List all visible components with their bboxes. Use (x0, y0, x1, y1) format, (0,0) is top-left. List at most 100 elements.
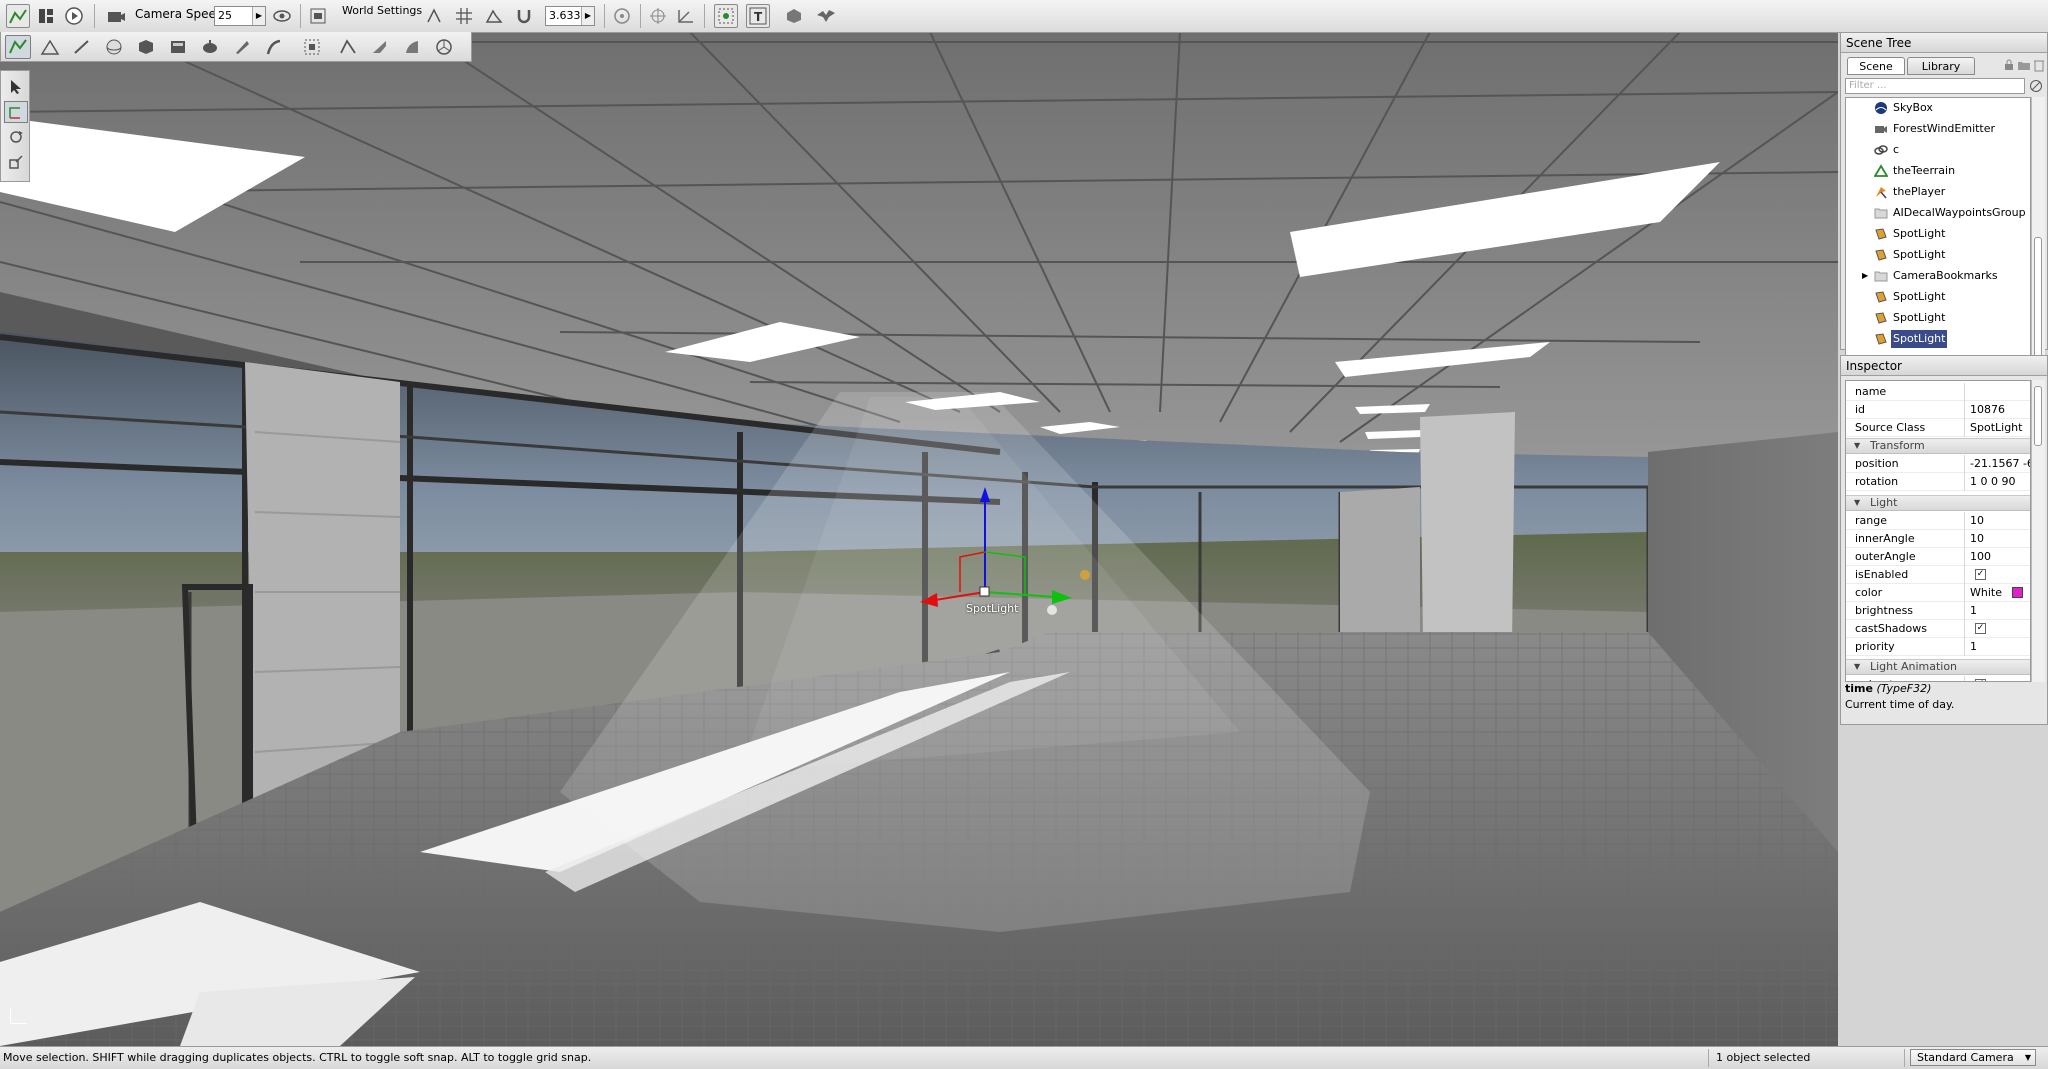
road-editor-tool[interactable] (335, 35, 361, 59)
scrollbar-thumb[interactable] (2034, 386, 2042, 446)
decal-editor-tool[interactable] (229, 35, 255, 59)
text-labels-button[interactable]: T (746, 4, 770, 28)
particle-icon (406, 41, 418, 53)
is-enabled-checkbox[interactable]: ✓ (1975, 569, 1986, 580)
sketch-tool[interactable] (133, 35, 159, 59)
world-editor-button[interactable] (6, 4, 30, 28)
camera-select[interactable]: Standard Camera ▼ (1910, 1049, 2036, 1066)
gui-editor-button[interactable] (34, 4, 58, 28)
new-folder-icon[interactable] (2017, 59, 2031, 74)
field-inner-angle-row[interactable]: innerAngle 10 (1846, 530, 2030, 548)
group-light[interactable]: ▼ Light (1846, 495, 2030, 511)
camera-speed-field[interactable]: 25 ▶ (214, 6, 266, 26)
3d-viewport[interactable]: SpotLight (0, 32, 1838, 1046)
material-editor-tool[interactable] (101, 35, 127, 59)
collapse-arrow-icon[interactable]: ▼ (1854, 660, 1860, 674)
tree-item-label: SpotLight (1893, 248, 1946, 261)
field-priority-row[interactable]: priority 1 (1846, 638, 2030, 656)
field-name-row[interactable]: name (1846, 383, 2030, 401)
list-item[interactable]: SpotLight (1846, 329, 2030, 349)
inner-angle-value[interactable]: 10 (1970, 530, 1984, 548)
transform-mode-button[interactable] (674, 4, 698, 28)
color-value[interactable]: White (1970, 584, 2002, 602)
rotation-value[interactable]: 1 0 0 90 (1970, 473, 2015, 491)
object-editor-tool[interactable] (5, 35, 31, 59)
inspector-scrollbar[interactable] (2031, 380, 2045, 682)
group-light-animation[interactable]: ▼ Light Animation (1846, 659, 2030, 675)
list-item[interactable]: thePlayer (1846, 182, 2030, 202)
camera-button[interactable] (104, 4, 128, 28)
bird-tool-button[interactable] (814, 4, 838, 28)
field-is-enabled-row[interactable]: isEnabled ✓ (1846, 566, 2030, 584)
cast-shadows-checkbox[interactable]: ✓ (1975, 623, 1986, 634)
camera-view-button[interactable] (306, 4, 330, 28)
field-rotation-row[interactable]: rotation 1 0 0 90 (1846, 473, 2030, 491)
world-settings-button[interactable]: World Settings (342, 4, 422, 17)
list-item[interactable]: theTeerrain (1846, 161, 2030, 181)
select-arrow-tool[interactable] (4, 76, 28, 98)
delete-icon[interactable] (2033, 58, 2045, 75)
visibility-button[interactable] (270, 4, 294, 28)
list-item[interactable]: SkyBox (1846, 98, 2030, 118)
scene-filter-input[interactable]: Filter ... (1845, 78, 2025, 94)
list-item[interactable]: SpotLight (1846, 245, 2030, 265)
scale-icon (9, 155, 23, 169)
terrain-snap-button[interactable] (482, 4, 506, 28)
mesh-road-editor-tool[interactable] (299, 35, 325, 59)
field-color-row[interactable]: color White (1846, 584, 2030, 602)
scale-tool[interactable] (4, 151, 28, 173)
color-swatch[interactable] (2012, 587, 2023, 598)
particle-editor-tool[interactable] (399, 35, 425, 59)
bounds-button[interactable] (610, 4, 634, 28)
object-center-button[interactable] (646, 4, 670, 28)
list-item[interactable]: SpotLight (1846, 308, 2030, 328)
mesh-tool-button[interactable] (782, 4, 806, 28)
move-tool[interactable] (4, 101, 28, 123)
collapse-arrow-icon[interactable]: ▼ (1854, 439, 1860, 453)
scene-tree-list[interactable]: SkyBox ForestWindEmitter c theTeerrain t… (1845, 97, 2031, 381)
field-outer-angle-row[interactable]: outerAngle 100 (1846, 548, 2030, 566)
river-editor-tool[interactable] (261, 35, 287, 59)
priority-value[interactable]: 1 (1970, 638, 1977, 656)
soft-snap-button[interactable] (512, 4, 536, 28)
object-snap-button[interactable] (422, 4, 446, 28)
play-game-button[interactable] (62, 4, 86, 28)
range-value[interactable]: 10 (1970, 512, 1984, 530)
position-value[interactable]: -21.1567 -67 (1970, 455, 2030, 473)
outer-angle-value[interactable]: 100 (1970, 548, 1991, 566)
list-item[interactable]: ▶ CameraBookmarks (1846, 266, 2030, 286)
lock-icon[interactable] (2003, 59, 2015, 74)
grid-snap-button[interactable] (452, 4, 476, 28)
forest-editor-tool[interactable] (197, 35, 223, 59)
field-position-row[interactable]: position -21.1567 -67 (1846, 455, 2030, 473)
expand-arrow-icon[interactable]: ▶ (1862, 266, 1868, 286)
clear-filter-icon[interactable] (2029, 79, 2043, 96)
spin-arrow-icon[interactable]: ▶ (581, 7, 594, 25)
list-item[interactable]: SpotLight (1846, 287, 2030, 307)
navmesh-editor-tool[interactable] (367, 35, 393, 59)
cube-icon (139, 40, 153, 54)
select-box-button[interactable] (714, 4, 738, 28)
field-range-row[interactable]: range 10 (1846, 512, 2030, 530)
shape-editor-tool[interactable] (431, 35, 457, 59)
list-item[interactable]: AIDecalWaypointsGroup (1846, 203, 2030, 223)
scene-tree-scrollbar[interactable] (2031, 97, 2045, 381)
list-item[interactable]: c (1846, 140, 2030, 160)
brightness-value[interactable]: 1 (1970, 602, 1977, 620)
tab-scene[interactable]: Scene (1847, 57, 1905, 75)
collapse-arrow-icon[interactable]: ▼ (1854, 496, 1860, 510)
snap-size-field[interactable]: 3.6338 ▶ (545, 6, 595, 26)
river-icon (266, 39, 281, 55)
group-transform[interactable]: ▼ Transform (1846, 438, 2030, 454)
field-brightness-row[interactable]: brightness 1 (1846, 602, 2030, 620)
list-item[interactable]: SpotLight (1846, 224, 2030, 244)
field-cast-shadows-row[interactable]: castShadows ✓ (1846, 620, 2030, 638)
terrain-painter-tool[interactable] (69, 35, 95, 59)
scrollbar-thumb[interactable] (2034, 237, 2042, 373)
terrain-editor-tool[interactable] (37, 35, 63, 59)
tab-library[interactable]: Library (1907, 57, 1975, 75)
list-item[interactable]: ForestWindEmitter (1846, 119, 2030, 139)
spin-arrow-icon[interactable]: ▶ (252, 7, 265, 25)
datablock-editor-tool[interactable] (165, 35, 191, 59)
rotate-tool[interactable] (4, 126, 28, 148)
